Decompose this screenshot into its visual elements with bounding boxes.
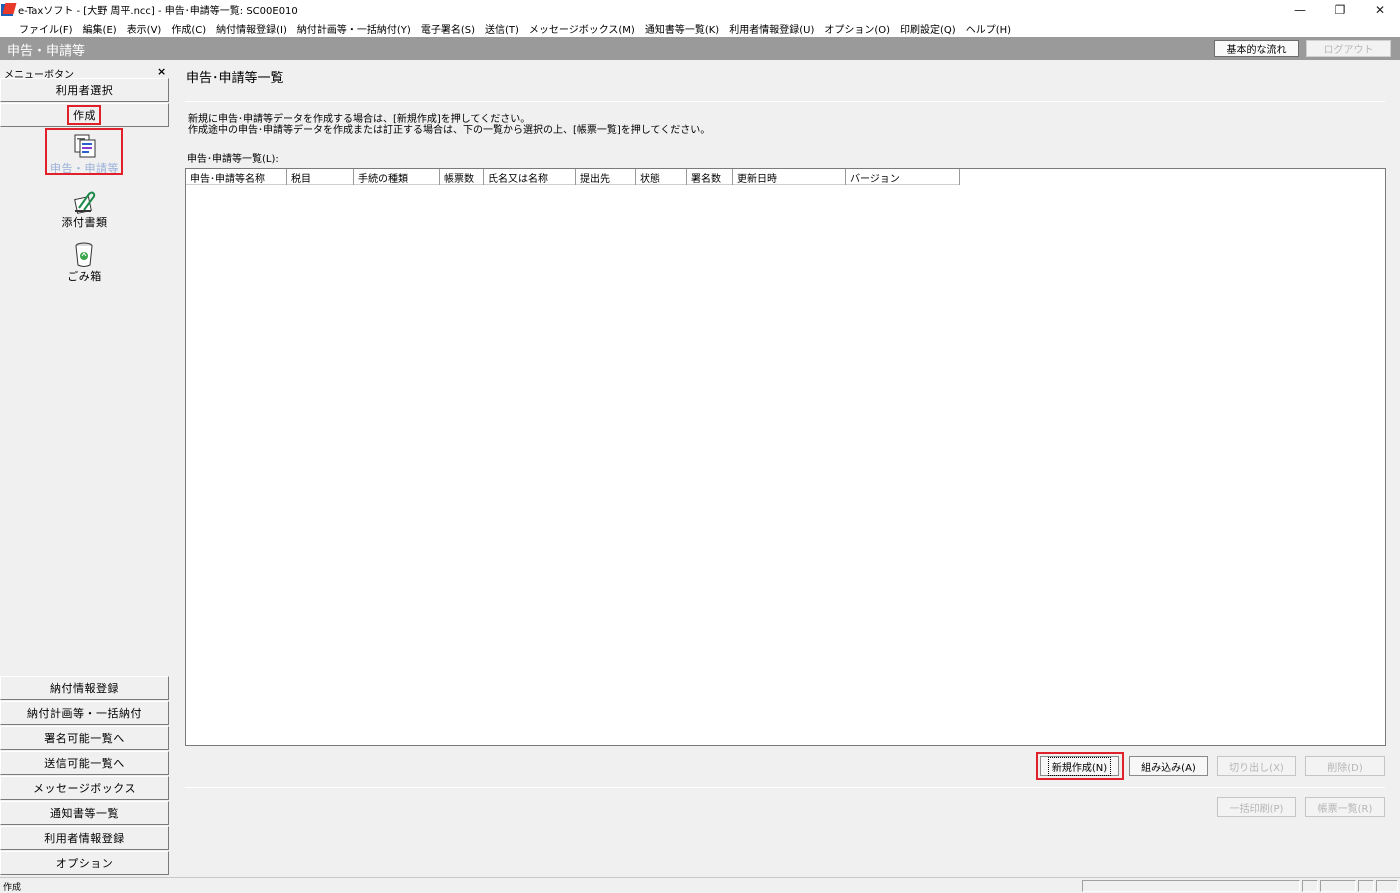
- export-button[interactable]: 切り出し(X): [1217, 756, 1296, 776]
- etax-app-icon: [1, 2, 17, 17]
- menu-print-settings[interactable]: 印刷設定(Q): [895, 21, 961, 36]
- left-menu-pane: メニューボタン × 利用者選択 作成 申告・申請等 添付書類 ごみ箱 納付情報登…: [0, 62, 171, 876]
- menu-user-info[interactable]: 利用者情報登録(U): [724, 21, 819, 36]
- col-header-status[interactable]: 状態: [636, 169, 687, 185]
- basic-flow-button[interactable]: 基本的な流れ: [1214, 40, 1299, 57]
- title-divider: [185, 101, 1385, 102]
- menu-notices[interactable]: 通知書等一覧(K): [640, 21, 724, 36]
- options-button[interactable]: オプション: [0, 851, 169, 875]
- form-list-button[interactable]: 帳票一覧(R): [1305, 797, 1385, 817]
- menu-message-box[interactable]: メッセージボックス(M): [524, 21, 640, 36]
- menu-bar: ファイル(F) 編集(E) 表示(V) 作成(C) 納付情報登録(I) 納付計画…: [0, 19, 1400, 37]
- import-button[interactable]: 組み込み(A): [1129, 756, 1208, 776]
- sendable-list-button[interactable]: 送信可能一覧へ: [0, 751, 169, 775]
- status-cell-a: [1302, 880, 1318, 892]
- status-cell-d: [1376, 880, 1398, 892]
- declaration-list[interactable]: 申告･申請等名称 税目 手続の種類 帳票数 氏名又は名称 提出先 状態 署名数 …: [185, 168, 1386, 746]
- attachments-label[interactable]: 添付書類: [0, 214, 169, 230]
- trash-label[interactable]: ごみ箱: [0, 268, 169, 284]
- logout-button[interactable]: ログアウト: [1306, 40, 1391, 57]
- delete-button[interactable]: 削除(D): [1305, 756, 1385, 776]
- menu-options[interactable]: オプション(O): [819, 21, 895, 36]
- attachments-icon[interactable]: [70, 188, 98, 216]
- highlight-new-create: [1036, 752, 1124, 780]
- notices-button[interactable]: 通知書等一覧: [0, 801, 169, 825]
- col-header-procedure[interactable]: 手続の種類: [354, 169, 440, 185]
- bottom-divider: [185, 787, 1385, 788]
- list-label: 申告･申請等一覧(L):: [187, 154, 279, 165]
- title-bar: e-Taxソフト - [大野 周平.ncc] - 申告･申請等一覧: SC00E…: [0, 0, 1400, 19]
- col-header-updated-at[interactable]: 更新日時: [733, 169, 846, 185]
- instruction-line-2: 作成途中の申告･申請等データを作成または訂正する場合は、下の一覧から選択の上、[…: [188, 125, 711, 136]
- signable-list-button[interactable]: 署名可能一覧へ: [0, 726, 169, 750]
- status-cell-c: [1358, 880, 1374, 892]
- batch-print-button[interactable]: 一括印刷(P): [1217, 797, 1296, 817]
- payment-plan-button[interactable]: 納付計画等・一括納付: [0, 701, 169, 725]
- close-button[interactable]: ✕: [1360, 0, 1400, 19]
- col-header-version[interactable]: バージョン: [846, 169, 960, 185]
- trash-icon[interactable]: [70, 240, 98, 268]
- menu-payment-plan[interactable]: 納付計画等・一括納付(Y): [292, 21, 416, 36]
- menu-signature[interactable]: 電子署名(S): [416, 21, 480, 36]
- col-header-person-name[interactable]: 氏名又は名称: [484, 169, 576, 185]
- menu-payment-info[interactable]: 納付情報登録(I): [211, 21, 292, 36]
- col-header-name[interactable]: 申告･申請等名称: [186, 169, 287, 185]
- col-header-tax-item[interactable]: 税目: [287, 169, 354, 185]
- minimize-button[interactable]: —: [1280, 0, 1320, 19]
- user-select-button[interactable]: 利用者選択: [0, 78, 169, 102]
- menu-edit[interactable]: 編集(E): [78, 21, 122, 36]
- status-cell-main: [1082, 880, 1300, 892]
- header-band: 申告・申請等 基本的な流れ ログアウト: [0, 37, 1400, 60]
- col-header-form-count[interactable]: 帳票数: [440, 169, 484, 185]
- menu-file[interactable]: ファイル(F): [14, 21, 78, 36]
- maximize-button[interactable]: ❐: [1320, 0, 1360, 19]
- header-title: 申告・申請等: [7, 44, 86, 59]
- menu-help[interactable]: ヘルプ(H): [961, 21, 1016, 36]
- col-header-destination[interactable]: 提出先: [576, 169, 636, 185]
- highlight-declaration: [45, 128, 123, 175]
- instruction-line-1: 新規に申告･申請等データを作成する場合は、[新規作成]を押してください。: [188, 114, 531, 125]
- status-bar: 作成: [0, 877, 1400, 893]
- menu-send[interactable]: 送信(T): [480, 21, 524, 36]
- menu-view[interactable]: 表示(V): [122, 21, 167, 36]
- status-cell-b: [1320, 880, 1356, 892]
- menu-pane-close-icon[interactable]: ×: [157, 65, 166, 78]
- list-header: 申告･申請等名称 税目 手続の種類 帳票数 氏名又は名称 提出先 状態 署名数 …: [186, 169, 960, 185]
- user-info-button[interactable]: 利用者情報登録: [0, 826, 169, 850]
- col-header-signature-count[interactable]: 署名数: [687, 169, 733, 185]
- highlight-create: [67, 105, 101, 125]
- status-text: 作成: [3, 883, 22, 893]
- menu-create[interactable]: 作成(C): [166, 21, 211, 36]
- message-box-button[interactable]: メッセージボックス: [0, 776, 169, 800]
- page-title: 申告･申請等一覧: [186, 71, 284, 86]
- window-title: e-Taxソフト - [大野 周平.ncc] - 申告･申請等一覧: SC00E…: [18, 6, 298, 17]
- payment-info-button[interactable]: 納付情報登録: [0, 676, 169, 700]
